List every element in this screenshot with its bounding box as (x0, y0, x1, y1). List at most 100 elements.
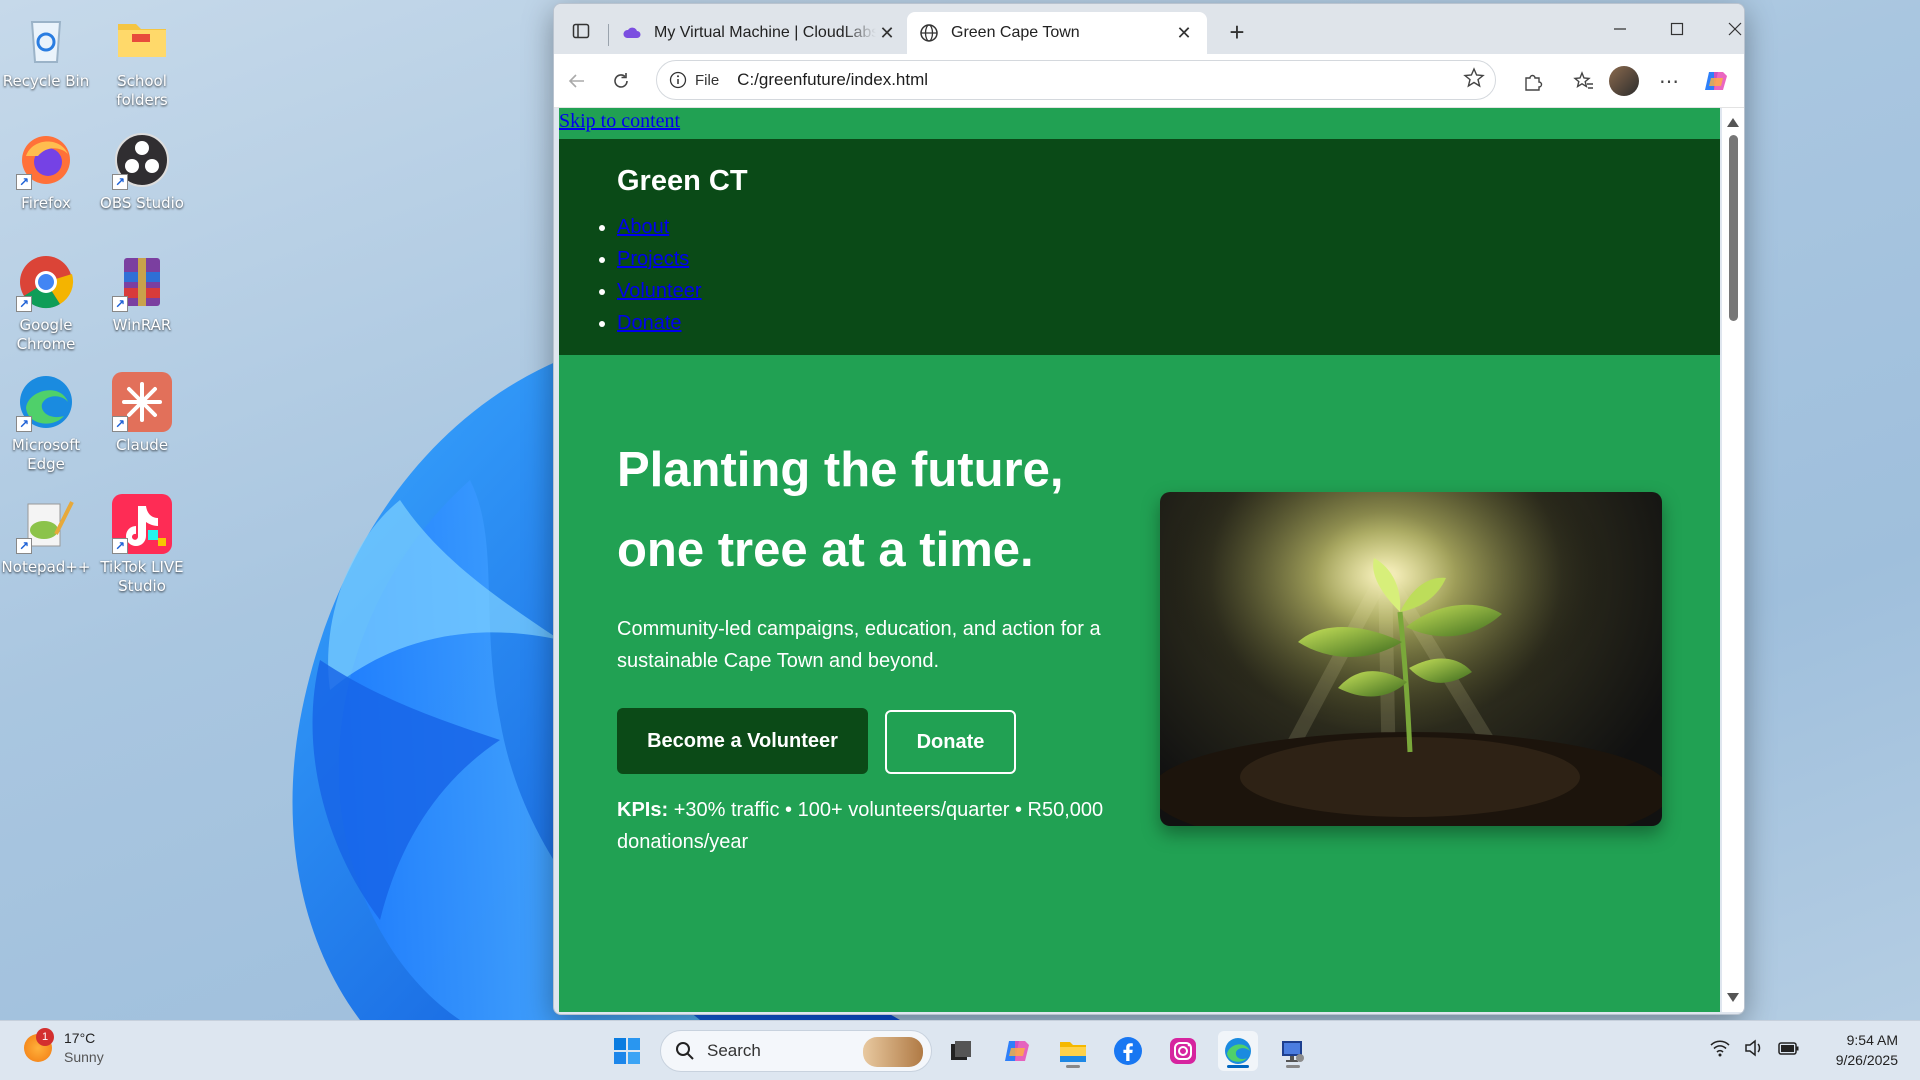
active-indicator (1227, 1065, 1249, 1068)
nav-item-donate: Donate (599, 307, 702, 339)
desktop-icon-tiktok-live-studio[interactable]: ↗ TikTok LIVE Studio (96, 494, 188, 596)
claude-icon: ↗ (112, 372, 172, 432)
more-icon: ⋯ (1659, 70, 1679, 93)
folder-icon (112, 8, 172, 68)
refresh-button[interactable] (604, 64, 638, 98)
page-scrollbar[interactable] (1722, 108, 1744, 1012)
shortcut-arrow-icon: ↗ (16, 296, 32, 312)
taskbar-clock[interactable]: 9:54 AM 9/26/2025 (1836, 1030, 1898, 1070)
skip-to-content-link[interactable]: Skip to content (559, 110, 680, 133)
page-viewport: Skip to content Green CT About Projects … (559, 108, 1720, 1012)
winrar-icon: ↗ (112, 252, 172, 312)
tab-actions-icon (572, 23, 590, 39)
address-bar[interactable]: File C:/greenfuture/index.html (656, 60, 1496, 100)
obs-icon: ↗ (112, 130, 172, 190)
info-icon[interactable] (667, 69, 689, 91)
clock-date: 9/26/2025 (1835, 1052, 1898, 1068)
copilot-icon (1005, 1041, 1029, 1061)
remote-desktop-button[interactable] (1273, 1031, 1313, 1071)
close-icon[interactable]: ✕ (876, 22, 898, 44)
firefox-icon: ↗ (16, 130, 76, 190)
donate-button[interactable]: Donate (885, 710, 1016, 774)
close-icon[interactable]: ✕ (1173, 22, 1195, 44)
hero-subtitle: Community-led campaigns, education, and … (617, 618, 1101, 672)
scroll-up-icon[interactable] (1727, 118, 1739, 127)
task-view-button[interactable] (941, 1031, 981, 1071)
profile-button[interactable] (1607, 64, 1641, 98)
tab-actions-button[interactable] (566, 16, 596, 46)
url-text[interactable]: C:/greenfuture/index.html (737, 70, 1463, 90)
extensions-button[interactable] (1516, 64, 1550, 98)
more-menu-button[interactable]: ⋯ (1652, 64, 1686, 98)
start-button[interactable] (607, 1031, 647, 1071)
notepadpp-icon: ↗ (16, 494, 76, 554)
desktop-icon-obs-studio[interactable]: ↗ OBS Studio (96, 130, 188, 213)
desktop-icon-microsoft-edge[interactable]: ↗ Microsoft Edge (0, 372, 92, 474)
desktop-icon-label: Claude (115, 436, 169, 454)
tab-bar: My Virtual Machine | CloudLabs Portal ✕ … (554, 4, 1744, 54)
back-button[interactable] (560, 64, 594, 98)
shortcut-arrow-icon: ↗ (16, 416, 32, 432)
search-placeholder: Search (707, 1041, 761, 1060)
weather-widget[interactable]: 1 17°C Sunny (24, 1028, 104, 1067)
scroll-thumb[interactable] (1729, 135, 1738, 321)
minimize-button[interactable] (1600, 14, 1640, 44)
maximize-button[interactable] (1657, 14, 1697, 44)
nav-link-about[interactable]: About (617, 216, 669, 238)
folder-icon (1060, 1042, 1086, 1062)
file-explorer-button[interactable] (1053, 1031, 1093, 1071)
taskbar-search[interactable]: Search (660, 1030, 932, 1072)
shortcut-arrow-icon: ↗ (16, 174, 32, 190)
scroll-down-icon[interactable] (1727, 993, 1739, 1002)
tab-separator (608, 24, 609, 46)
desktop-icon-firefox[interactable]: ↗ Firefox (0, 130, 92, 213)
desktop-icon-claude[interactable]: ↗ Claude (96, 372, 188, 455)
facebook-button[interactable] (1108, 1031, 1148, 1071)
browser-toolbar: File C:/greenfuture/index.html ⋯ (554, 54, 1744, 108)
desktop-icon-label: Notepad++ (1, 558, 91, 576)
taskbar: 1 17°C Sunny Search 9:54 AM 9/26/2025 (0, 1020, 1920, 1080)
become-volunteer-button[interactable]: Become a Volunteer (617, 708, 868, 774)
nav-link-donate[interactable]: Donate (617, 312, 682, 334)
desktop-icon-label: TikTok LIVE Studio (100, 558, 184, 595)
desktop-icon-recycle-bin[interactable]: Recycle Bin (0, 8, 92, 91)
desktop-icon-notepadpp[interactable]: ↗ Notepad++ (0, 494, 92, 577)
site-nav: About Projects Volunteer Donate (599, 211, 702, 339)
new-tab-button[interactable]: + (1222, 17, 1252, 47)
tiktok-live-studio-icon: ↗ (112, 494, 172, 554)
hero-title: Planting the future, one tree at a time. (617, 443, 1064, 577)
seedling-photo-icon (1160, 492, 1662, 826)
edge-taskbar-button[interactable] (1218, 1031, 1258, 1071)
url-scheme-label: File (695, 71, 720, 89)
desktop-icon-label: WinRAR (112, 316, 172, 334)
notification-badge: 1 (36, 1028, 54, 1046)
kpi-text: KPIs: +30% traffic • 100+ volunteers/qua… (617, 794, 1137, 858)
shortcut-arrow-icon: ↗ (112, 174, 128, 190)
tab-cloudlabs[interactable]: My Virtual Machine | CloudLabs Portal ✕ (610, 12, 910, 54)
wifi-icon[interactable] (1710, 1039, 1730, 1062)
battery-icon[interactable] (1778, 1039, 1800, 1062)
nav-link-projects[interactable]: Projects (617, 248, 689, 270)
kpi-label: KPIs: (617, 799, 669, 821)
desktop-icon-winrar[interactable]: ↗ WinRAR (96, 252, 188, 335)
favorite-star-icon[interactable] (1463, 66, 1485, 94)
volume-icon[interactable] (1744, 1039, 1764, 1062)
copilot-button[interactable] (1699, 64, 1733, 98)
puzzle-icon (1525, 74, 1543, 91)
desktop-icon-school-folders[interactable]: School folders (96, 8, 188, 110)
nav-link-volunteer[interactable]: Volunteer (617, 280, 702, 302)
desktop-icon-label: Microsoft Edge (11, 436, 81, 473)
edge-icon (1225, 1038, 1251, 1064)
browser-window: My Virtual Machine | CloudLabs Portal ✕ … (553, 3, 1745, 1015)
tab-green-cape-town[interactable]: Green Cape Town ✕ (907, 12, 1207, 54)
instagram-button[interactable] (1163, 1031, 1203, 1071)
copilot-taskbar-button[interactable] (997, 1031, 1037, 1071)
nav-item-projects: Projects (599, 243, 702, 275)
running-indicator (1066, 1065, 1080, 1068)
close-window-button[interactable] (1715, 14, 1744, 44)
desktop-icon-label: OBS Studio (100, 194, 184, 212)
favorites-button[interactable] (1567, 64, 1601, 98)
site-brand: Green CT (617, 165, 748, 197)
tab-title: Green Cape Town (951, 24, 1080, 41)
desktop-icon-google-chrome[interactable]: ↗ Google Chrome (0, 252, 92, 354)
